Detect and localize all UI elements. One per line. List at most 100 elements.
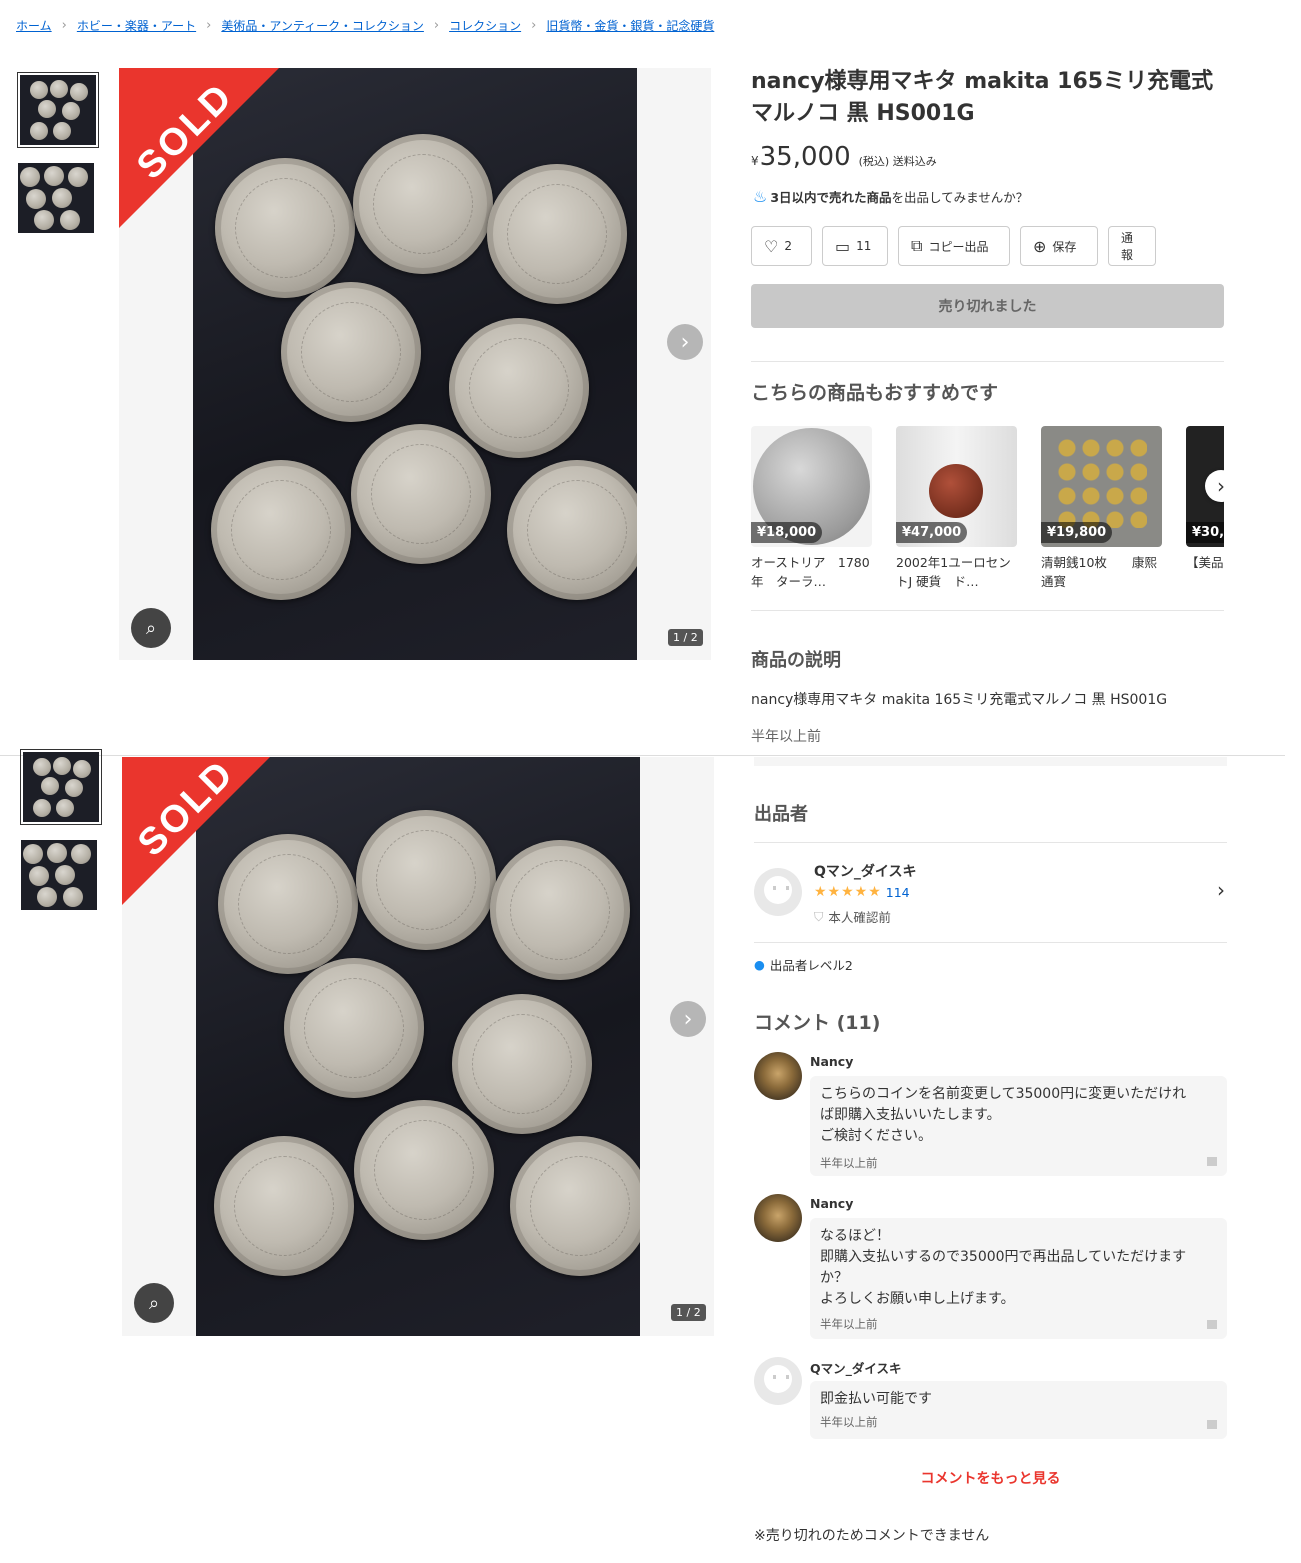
report-button[interactable]: 通報 [1108,226,1156,266]
comment-line: 即金払い可能です [820,1391,932,1407]
commenter-name[interactable]: Nancy [810,1054,853,1069]
thumbnail-2[interactable] [21,840,97,910]
item-title: nancy様専用マキタ makita 165ミリ充電式マルノコ 黒 HS001G [751,69,1214,126]
recommend-item[interactable]: ¥30,0 【美品エーテ [1186,426,1224,591]
like-count: 2 [784,239,792,253]
commenter-name[interactable]: Nancy [810,1196,853,1211]
sold-out-button: 売り切れました [751,284,1224,328]
seller-level[interactable]: ● 出品者レベル2 [754,955,853,974]
sell-hint-bold: 3日以内で売れた商品 [770,190,892,205]
comments-closed-note: ※売り切れのためコメントできません [754,1528,990,1544]
chevron-right-icon: › [1217,878,1225,902]
main-image-gallery: SOLD › ⌕ 1 / 2 [119,68,711,660]
rating-count: 114 [885,884,910,900]
recommend-price: ¥19,800 [1041,522,1113,543]
comment-button[interactable]: ▭ 11 [822,226,888,266]
more-comments-link[interactable]: コメントをもっと見る [754,1468,1227,1488]
seller-name: Qマン_ダイスキ [814,864,917,880]
comment-line: よろしくお願い申し上げます。 [820,1291,1015,1307]
add-list-icon: ⊕ [1033,236,1047,256]
commenter-avatar[interactable] [754,1052,802,1100]
action-buttons: ♡ 2 ▭ 11 ⧉ コピー出品 ⊕ 保存 通報 [751,226,1156,266]
comments-heading: コメント (11) [754,1012,881,1034]
recommend-price: ¥30,0 [1186,522,1224,543]
copy-listing-button[interactable]: ⧉ コピー出品 [898,226,1010,266]
breadcrumb-art[interactable]: 美術品・アンティーク・コレクション [221,17,424,34]
recommend-item[interactable]: ¥47,000 2002年1ユーロセントJ 硬貨 ド… [896,426,1017,591]
breadcrumb-collection[interactable]: コレクション [449,17,521,34]
chevron-right-icon: › [680,329,690,355]
breadcrumb: ホーム › ホビー・楽器・アート › 美術品・アンティーク・コレクション › コ… [16,15,714,35]
comment-time: 半年以上前 [820,1317,878,1331]
recommend-name: 【美品エーテ [1186,555,1224,570]
comment-line: こちらのコインを名前変更して35000円に変更いただけれ [820,1086,1187,1102]
comment-line: ば即購入支払いいたします。 [820,1107,1001,1123]
currency-symbol: ¥ [751,154,759,168]
chevron-right-icon: › [206,17,212,33]
thumbnail-1[interactable] [17,72,99,148]
shield-icon: ⛉ [814,908,824,924]
flag-icon[interactable] [1207,1157,1217,1166]
sell-hint-text: を出品してみませんか？ [891,190,1029,205]
recommend-price: ¥47,000 [896,522,968,543]
divider [754,842,1227,843]
description-text: nancy様専用マキタ makita 165ミリ充電式マルノコ 黒 HS001G [751,692,1168,708]
copy-icon: ⧉ [911,236,923,255]
seller-heading: 出品者 [754,804,808,825]
recommend-name: オーストリア 1780年 ターラ… [751,555,870,589]
flag-icon[interactable] [1207,1320,1217,1329]
next-image-button[interactable]: › [670,1001,706,1037]
seller-avatar [754,868,802,916]
comment-bubble: こちらのコインを名前変更して35000円に変更いただけれ ば即購入支払いいたしま… [810,1076,1227,1176]
next-image-button[interactable]: › [667,324,703,360]
comment-bubble: なるほど！ 即購入支払いするので35000円で再出品していただけます か？ よろ… [810,1218,1227,1339]
comment-line: 即購入支払いするので35000円で再出品していただけます [820,1249,1187,1265]
chevron-right-icon: › [531,17,537,33]
flag-icon[interactable] [1207,1420,1217,1429]
commenter-name[interactable]: Qマン_ダイスキ [810,1358,902,1377]
recommend-price: ¥18,000 [751,522,823,543]
chevron-right-icon: › [683,1006,693,1032]
price-value: 35,000 [759,142,851,172]
heart-icon: ♡ [764,236,779,256]
description-footer [754,757,1227,766]
breadcrumb-home[interactable]: ホーム [16,17,52,34]
comment-line: なるほど！ [820,1228,890,1244]
image-search-icon: ⌕ [148,1292,160,1314]
chevron-right-icon: › [61,17,67,33]
save-button[interactable]: ⊕ 保存 [1020,226,1098,266]
comment-time: 半年以上前 [820,1156,878,1170]
divider [754,942,1227,943]
copy-label: コピー出品 [928,239,989,254]
seller-verification: ⛉ 本人確認前 [814,907,891,926]
verification-text: 本人確認前 [828,910,891,925]
thumbnail-1[interactable] [20,749,102,825]
sell-hint[interactable]: ♨ 3日以内で売れた商品 を出品してみませんか？ [753,187,1028,206]
commenter-avatar[interactable] [754,1357,802,1405]
image-search-button[interactable]: ⌕ [131,608,171,648]
like-button[interactable]: ♡ 2 [751,226,812,266]
recommend-heading: こちらの商品もおすすめです [751,382,999,404]
save-label: 保存 [1052,239,1077,254]
recommend-item[interactable]: ¥18,000 オーストリア 1780年 ターラ… [751,426,872,591]
breadcrumb-coins[interactable]: 旧貨幣・金貨・銀貨・記念硬貨 [546,17,714,34]
comment-line: ご検討ください。 [820,1128,932,1144]
commenter-avatar[interactable] [754,1194,802,1242]
divider [0,755,1285,756]
divider [751,361,1224,362]
comment-icon: ▭ [835,236,851,256]
thumbnail-2[interactable] [18,163,94,233]
seller-card[interactable]: Qマン_ダイスキ ★★★★★ 114 ⛉ 本人確認前 › [754,852,1227,932]
comment-time: 半年以上前 [820,1415,878,1429]
recommend-name: 清朝銭10枚 康熙通寳 [1041,555,1157,589]
recommend-item[interactable]: ¥19,800 清朝銭10枚 康熙通寳 [1041,426,1162,591]
comment-count: 11 [856,239,872,253]
image-search-icon: ⌕ [145,617,157,639]
item-price: ¥ 35,000 (税込) 送料込み [751,142,937,172]
image-counter: 1 / 2 [671,1304,706,1321]
seller-rating: ★★★★★ 114 [814,884,910,900]
seller-level-text: 出品者レベル2 [769,958,853,973]
breadcrumb-hobby[interactable]: ホビー・楽器・アート [77,17,196,34]
posted-time: 半年以上前 [751,729,821,745]
image-search-button[interactable]: ⌕ [134,1283,174,1323]
